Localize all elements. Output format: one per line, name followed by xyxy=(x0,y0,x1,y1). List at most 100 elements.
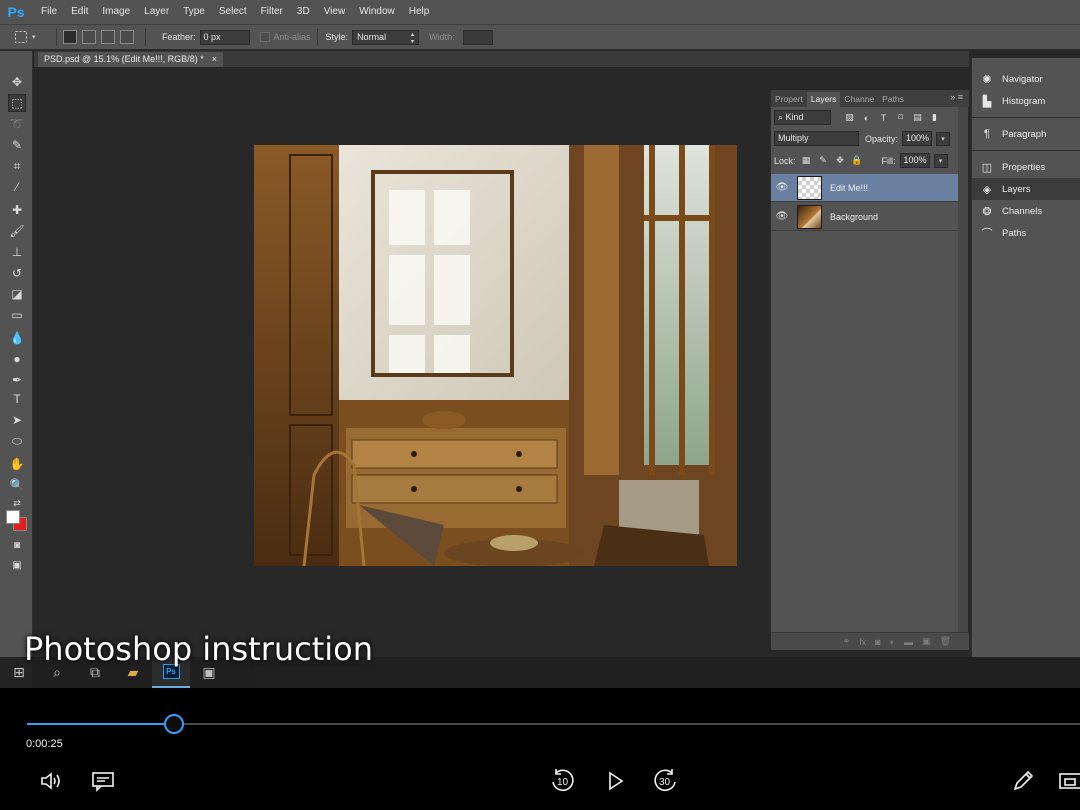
screen-mode-icon[interactable]: ▣ xyxy=(8,556,26,574)
intersect-selection-button[interactable] xyxy=(120,30,134,44)
zoom-tool-icon[interactable]: 🔍 xyxy=(8,476,26,494)
type-filter-icon[interactable]: T xyxy=(877,111,890,124)
subtract-from-selection-button[interactable] xyxy=(101,30,115,44)
antialias-checkbox[interactable] xyxy=(259,32,270,42)
dock-navigator[interactable]: ✺ Navigator xyxy=(972,68,1080,90)
dock-histogram[interactable]: ▙ Histogram xyxy=(972,90,1080,112)
seek-bar-thumb[interactable] xyxy=(164,714,184,734)
volume-button[interactable] xyxy=(37,768,67,794)
lock-all-icon[interactable]: 🔒 xyxy=(851,154,864,167)
healing-brush-tool-icon[interactable]: ✚ xyxy=(8,201,26,219)
menu-type[interactable]: Type xyxy=(176,0,212,24)
layers-scrollbar[interactable] xyxy=(958,107,968,632)
filter-toggle-icon[interactable]: ▮ xyxy=(928,111,941,124)
new-selection-button[interactable] xyxy=(63,30,77,44)
add-to-selection-button[interactable] xyxy=(82,30,96,44)
tab-paths[interactable]: Paths xyxy=(878,92,908,107)
document-tab[interactable]: PSD.psd @ 15.1% (Edit Me!!!, RGB/8) * × xyxy=(38,52,223,67)
tab-layers[interactable]: Layers xyxy=(806,92,841,107)
pen-tool-icon[interactable]: ✒ xyxy=(8,371,26,389)
quick-mask-icon[interactable]: ◙ xyxy=(8,536,26,554)
opacity-dropdown-icon[interactable]: ▾ xyxy=(936,131,951,146)
panel-menu-icon[interactable]: » ≡ xyxy=(950,92,963,102)
chevron-down-icon: ▾ xyxy=(32,34,36,41)
skip-forward-button[interactable]: 30 xyxy=(650,768,680,794)
shape-filter-icon[interactable]: ⌑ xyxy=(894,111,907,124)
dock-paths[interactable]: ⌒ Paths xyxy=(972,222,1080,244)
layer-name: Background xyxy=(830,211,879,222)
ellipse-tool-icon[interactable]: ⬭ xyxy=(8,432,26,450)
tab-channels[interactable]: Channe xyxy=(840,92,878,107)
opacity-input[interactable]: 100% xyxy=(902,131,933,146)
lasso-tool-icon[interactable]: ➰ xyxy=(8,115,26,133)
dodge-tool-icon[interactable]: ● xyxy=(8,350,26,368)
link-layers-icon[interactable]: ⚭ xyxy=(843,636,851,647)
fill-input[interactable]: 100% xyxy=(899,153,930,168)
brush-tool-icon[interactable]: 🖌 xyxy=(8,222,26,240)
document-image[interactable] xyxy=(254,145,737,566)
play-button[interactable] xyxy=(600,768,630,794)
tab-properties[interactable]: Propert xyxy=(771,92,807,107)
quick-selection-tool-icon[interactable]: ✎ xyxy=(8,136,26,154)
menu-file[interactable]: File xyxy=(34,0,64,24)
marquee-tool-icon[interactable]: ⬚ xyxy=(8,94,26,112)
blur-tool-icon[interactable]: 💧 xyxy=(8,329,26,347)
add-mask-icon[interactable]: ◙ xyxy=(875,637,880,647)
blend-mode-select[interactable]: Multiply xyxy=(774,131,859,146)
style-select[interactable]: Normal xyxy=(352,29,420,45)
dock-properties[interactable]: ◫ Properties xyxy=(972,156,1080,178)
history-brush-tool-icon[interactable]: ↺ xyxy=(8,264,26,282)
width-input[interactable] xyxy=(462,29,493,45)
menu-edit[interactable]: Edit xyxy=(64,0,95,24)
menu-3d[interactable]: 3D xyxy=(290,0,317,24)
layer-row-background[interactable]: 👁 Background xyxy=(771,203,959,231)
menu-bar: Ps File Edit Image Layer Type Select Fil… xyxy=(0,0,1080,24)
type-tool-icon[interactable]: T xyxy=(8,390,26,408)
adjustment-layer-icon[interactable]: ◐ xyxy=(890,637,895,647)
menu-filter[interactable]: Filter xyxy=(254,0,290,24)
foreground-color-swatch[interactable] xyxy=(6,510,20,524)
feather-input[interactable]: 0 px xyxy=(199,29,250,45)
path-selection-tool-icon[interactable]: ➤ xyxy=(8,411,26,429)
layer-style-icon[interactable]: fx xyxy=(859,637,866,647)
image-filter-icon[interactable]: ▨ xyxy=(843,111,856,124)
dock-layers[interactable]: ◈ Layers xyxy=(972,178,1080,200)
new-layer-icon[interactable]: ▣ xyxy=(922,636,931,647)
seek-bar[interactable] xyxy=(27,714,1080,734)
clone-stamp-tool-icon[interactable]: ⊥ xyxy=(8,243,26,261)
new-group-icon[interactable]: ▬ xyxy=(904,637,913,647)
lock-transparent-icon[interactable]: ▦ xyxy=(800,154,813,167)
lock-image-icon[interactable]: ✎ xyxy=(817,154,830,167)
gradient-tool-icon[interactable]: ▭ xyxy=(8,306,26,324)
menu-window[interactable]: Window xyxy=(352,0,402,24)
move-tool-icon[interactable]: ✥ xyxy=(8,73,26,91)
skip-back-button[interactable]: 10 xyxy=(548,768,578,794)
captions-button[interactable] xyxy=(88,768,118,794)
adjustment-filter-icon[interactable]: ◐ xyxy=(860,111,873,124)
menu-select[interactable]: Select xyxy=(212,0,254,24)
menu-layer[interactable]: Layer xyxy=(137,0,176,24)
dock-channels[interactable]: ❂ Channels xyxy=(972,200,1080,222)
filter-kind-label: Kind xyxy=(785,112,804,122)
eyedropper-tool-icon[interactable]: ⁄ xyxy=(8,178,26,196)
menu-view[interactable]: View xyxy=(317,0,353,24)
eraser-tool-icon[interactable]: ◪ xyxy=(8,285,26,303)
crop-tool-icon[interactable]: ⌗ xyxy=(8,157,26,175)
dock-paragraph[interactable]: ¶ Paragraph xyxy=(972,123,1080,145)
fill-dropdown-icon[interactable]: ▾ xyxy=(933,153,948,168)
miniview-button[interactable] xyxy=(1056,768,1080,794)
layer-row-edit-me[interactable]: 👁 Edit Me!!! xyxy=(771,174,959,202)
tool-preset-picker[interactable]: ▾ xyxy=(14,27,50,47)
hand-tool-icon[interactable]: ✋ xyxy=(8,455,26,473)
canvas-area[interactable] xyxy=(34,67,769,657)
lock-position-icon[interactable]: ✥ xyxy=(834,154,847,167)
close-icon[interactable]: × xyxy=(212,52,217,67)
delete-layer-icon[interactable]: 🗑 xyxy=(940,636,951,647)
menu-image[interactable]: Image xyxy=(95,0,137,24)
visibility-eye-icon[interactable]: 👁 xyxy=(771,211,793,222)
menu-help[interactable]: Help xyxy=(402,0,437,24)
edit-button[interactable] xyxy=(1008,768,1038,794)
filter-kind-select[interactable]: ⌕ Kind xyxy=(774,110,831,125)
smart-object-filter-icon[interactable]: ▤ xyxy=(911,111,924,124)
visibility-eye-icon[interactable]: 👁 xyxy=(771,182,793,193)
